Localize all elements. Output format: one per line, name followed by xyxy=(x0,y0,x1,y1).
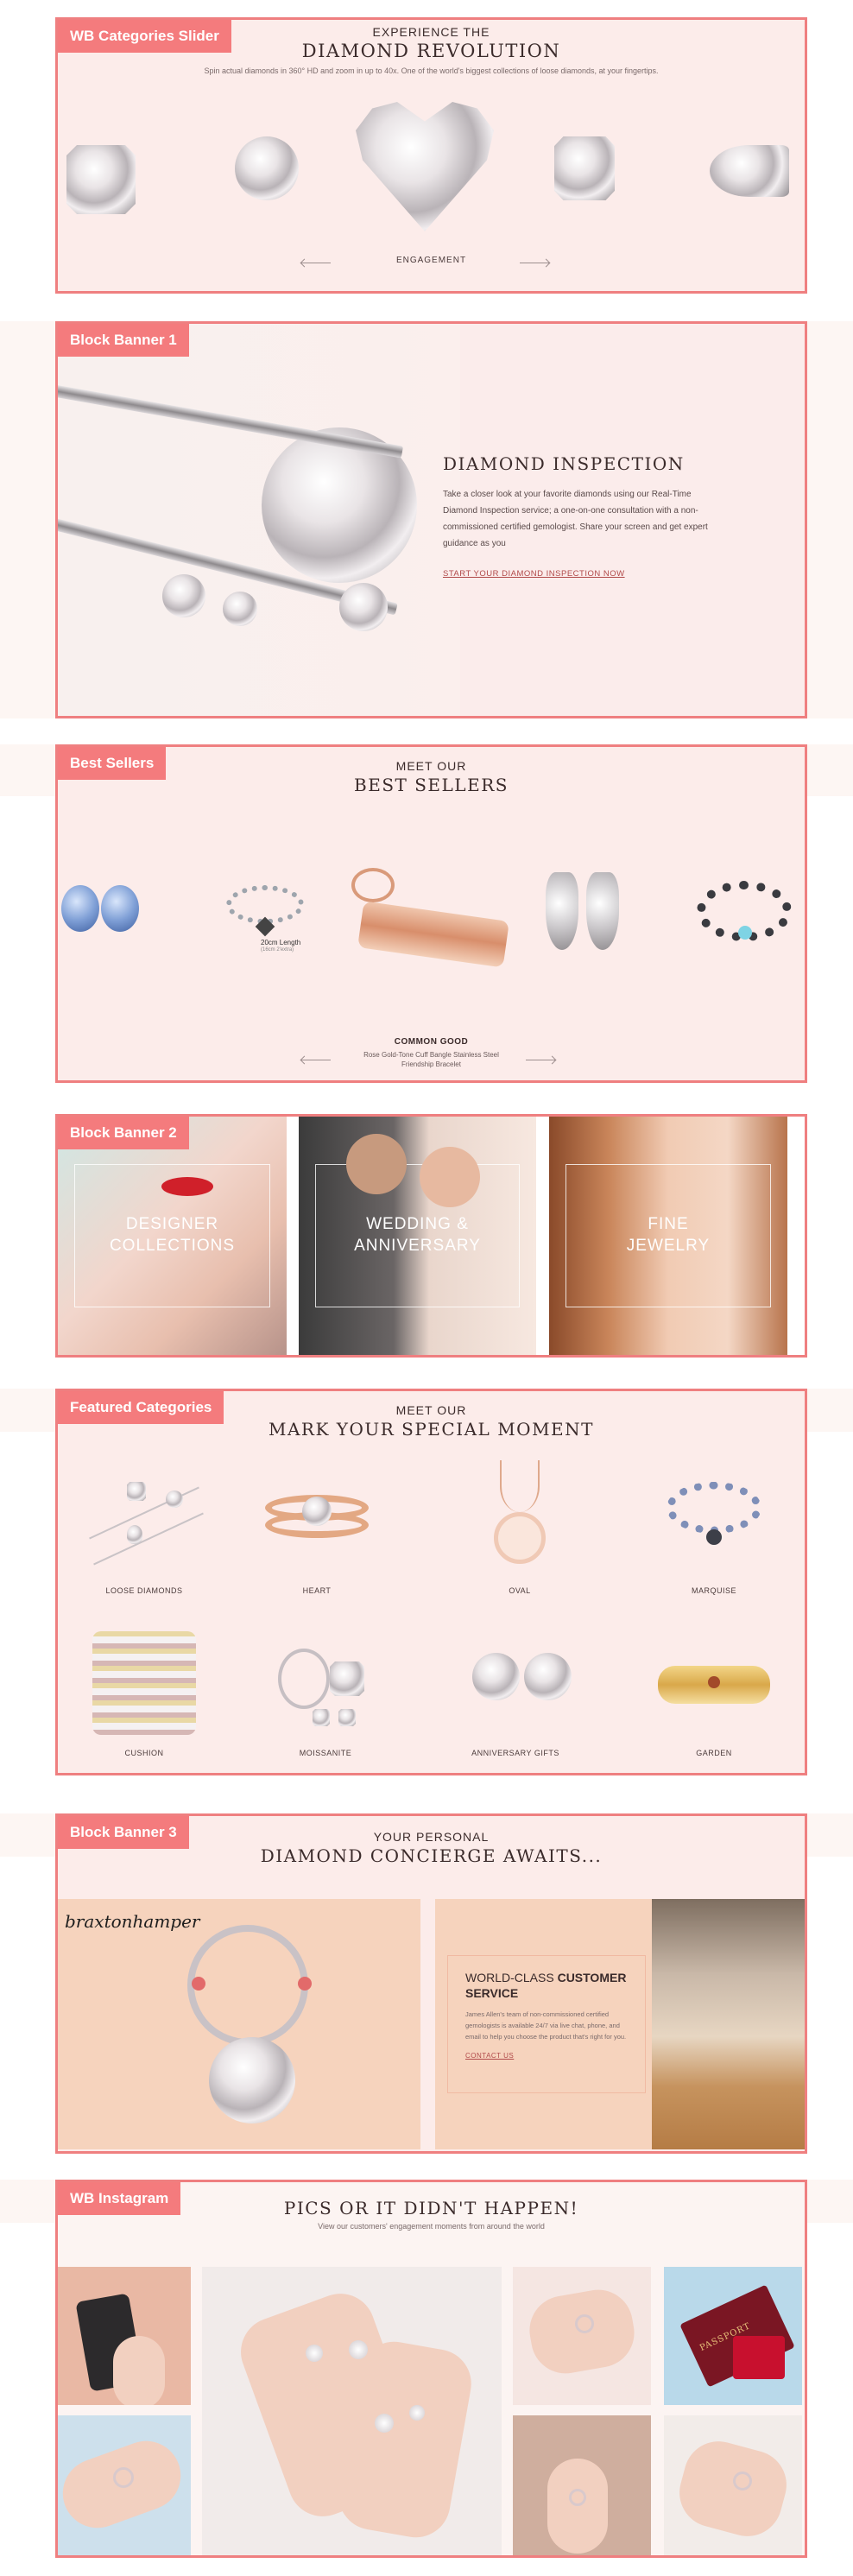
cushion-diamond-image[interactable] xyxy=(66,145,136,214)
featured-categories-block: Featured Categories MEET OUR MARK YOUR S… xyxy=(55,1389,807,1775)
category-moissanite[interactable]: MOISSANITE xyxy=(252,1623,399,1757)
tweezer-image xyxy=(58,376,404,459)
product-charm-bracelet-image[interactable]: 20cm Length (16cm 2'extra) xyxy=(222,885,308,954)
loose-diamonds-image xyxy=(79,1460,209,1581)
category-cushion[interactable]: CUSHION xyxy=(71,1623,218,1757)
banner1-body: Take a closer look at your favorite diam… xyxy=(443,490,708,548)
heart-category-image xyxy=(252,1460,382,1581)
section-subtitle: View our customers' engagement moments f… xyxy=(318,2222,545,2231)
instagram-photo[interactable]: PASSPORT xyxy=(664,2267,802,2405)
service-title-b: SERVICE xyxy=(465,1986,519,2001)
category-label: MOISSANITE xyxy=(299,1749,352,1757)
category-garden[interactable]: GARDEN xyxy=(641,1623,787,1757)
category-label: HEART xyxy=(302,1586,332,1595)
section-kicker: MEET OUR xyxy=(395,759,467,773)
tile-label: FINE JEWELRY xyxy=(566,1164,771,1307)
block-banner-2: Block Banner 2 DESIGNER COLLECTIONS WEDDI… xyxy=(55,1114,807,1358)
category-heart[interactable]: HEART xyxy=(243,1460,390,1595)
anniversary-gifts-image xyxy=(451,1623,580,1744)
instagram-photo[interactable] xyxy=(513,2415,651,2555)
service-card: WORLD-CLASS CUSTOMER SERVICE James Allen… xyxy=(447,1955,646,2093)
instagram-photo[interactable] xyxy=(513,2267,651,2405)
small-diamond-image xyxy=(339,583,388,631)
block-banner-1: Block Banner 1 DIAMOND INSPECTION Take a… xyxy=(55,321,807,718)
contact-us-link[interactable]: CONTACT US xyxy=(465,2052,628,2060)
category-label: LOOSE DIAMONDS xyxy=(105,1586,183,1595)
slider-active-label: ENGAGEMENT xyxy=(395,256,467,265)
section-tag: Block Banner 2 xyxy=(58,1117,189,1149)
block-banner-3: Block Banner 3 YOUR PERSONAL DIAMOND CON… xyxy=(55,1813,807,2154)
heart-diamond-image[interactable] xyxy=(356,102,494,231)
garden-category-image xyxy=(649,1623,779,1744)
product-bead-bracelet-image[interactable] xyxy=(697,881,792,950)
marquise-category-image xyxy=(649,1460,779,1581)
categories-slider-block: WB Categories Slider EXPERIENCE THE DIAM… xyxy=(55,17,807,294)
product-title[interactable]: COMMON GOOD xyxy=(58,1037,805,1047)
service-body: James Allen's team of non-commissioned c… xyxy=(465,2010,627,2041)
category-marquise[interactable]: MARQUISE xyxy=(641,1460,787,1595)
product-drop-earrings-image[interactable] xyxy=(541,872,628,959)
section-tag: Block Banner 3 xyxy=(58,1816,189,1849)
instagram-photo[interactable] xyxy=(664,2415,802,2555)
asscher-diamond-image[interactable] xyxy=(554,136,615,200)
service-kicker: WORLD-CLASS xyxy=(465,1971,554,1984)
instagram-photo-featured[interactable] xyxy=(202,2267,502,2555)
cushion-category-image xyxy=(79,1623,209,1744)
designer-collections-tile[interactable]: DESIGNER COLLECTIONS xyxy=(58,1117,287,1355)
section-tag: Best Sellers xyxy=(58,747,167,780)
fine-jewelry-tile[interactable]: FINE JEWELRY xyxy=(549,1117,787,1355)
category-loose-diamonds[interactable]: LOOSE DIAMONDS xyxy=(71,1460,218,1595)
office-image xyxy=(652,1899,805,2149)
tile-label: WEDDING & ANNIVERSARY xyxy=(315,1164,520,1307)
inspection-cta-link[interactable]: START YOUR DIAMOND INSPECTION NOW xyxy=(443,569,728,579)
moissanite-category-image xyxy=(261,1623,390,1744)
category-label: GARDEN xyxy=(696,1749,732,1757)
category-oval[interactable]: OVAL xyxy=(446,1460,593,1595)
inspection-image xyxy=(58,324,460,716)
instagram-block: WB Instagram PICS OR IT DIDN'T HAPPEN! V… xyxy=(55,2180,807,2558)
product-earrings-image[interactable] xyxy=(61,885,148,937)
section-tag: Block Banner 1 xyxy=(58,324,189,357)
engraving-text: 20cm Length xyxy=(261,939,301,946)
engraving-subtext: (16cm 2'extra) xyxy=(261,947,294,953)
category-label: OVAL xyxy=(509,1586,531,1595)
customer-service-panel: WORLD-CLASS CUSTOMER SERVICE James Allen… xyxy=(435,1899,805,2149)
best-sellers-block: Best Sellers MEET OUR BEST SELLERS 20cm … xyxy=(55,744,807,1083)
instagram-photo[interactable] xyxy=(58,2415,191,2555)
small-diamond-image xyxy=(223,592,257,626)
brand-logo: braxtonhamper xyxy=(65,1911,200,1932)
concierge-product-panel[interactable]: braxtonhamper xyxy=(58,1899,420,2149)
round-diamond-image[interactable] xyxy=(235,136,299,200)
banner1-title: DIAMOND INSPECTION xyxy=(443,453,685,474)
section-tag: WB Categories Slider xyxy=(58,20,231,53)
section-tag: Featured Categories xyxy=(58,1391,224,1424)
wedding-anniversary-tile[interactable]: WEDDING & ANNIVERSARY xyxy=(299,1117,536,1355)
instagram-photo[interactable] xyxy=(58,2267,191,2405)
section-title: BEST SELLERS xyxy=(354,775,509,795)
section-tag: WB Instagram xyxy=(58,2182,181,2215)
category-label: MARQUISE xyxy=(691,1586,736,1595)
small-diamond-image xyxy=(162,574,205,617)
category-label: ANNIVERSARY GIFTS xyxy=(471,1749,559,1757)
oval-category-image xyxy=(455,1460,584,1581)
pear-diamond-image[interactable] xyxy=(710,145,789,197)
product-subtitle: Rose Gold-Tone Cuff Bangle Stainless Ste… xyxy=(363,1051,499,1069)
category-label: CUSHION xyxy=(124,1749,164,1757)
section-subtitle: Spin actual diamonds in 360° HD and zoom… xyxy=(204,66,659,75)
product-bangle-image[interactable] xyxy=(343,859,515,989)
category-anniversary-gifts[interactable]: ANNIVERSARY GIFTS xyxy=(442,1623,589,1757)
service-title-a: CUSTOMER xyxy=(557,1971,627,1984)
